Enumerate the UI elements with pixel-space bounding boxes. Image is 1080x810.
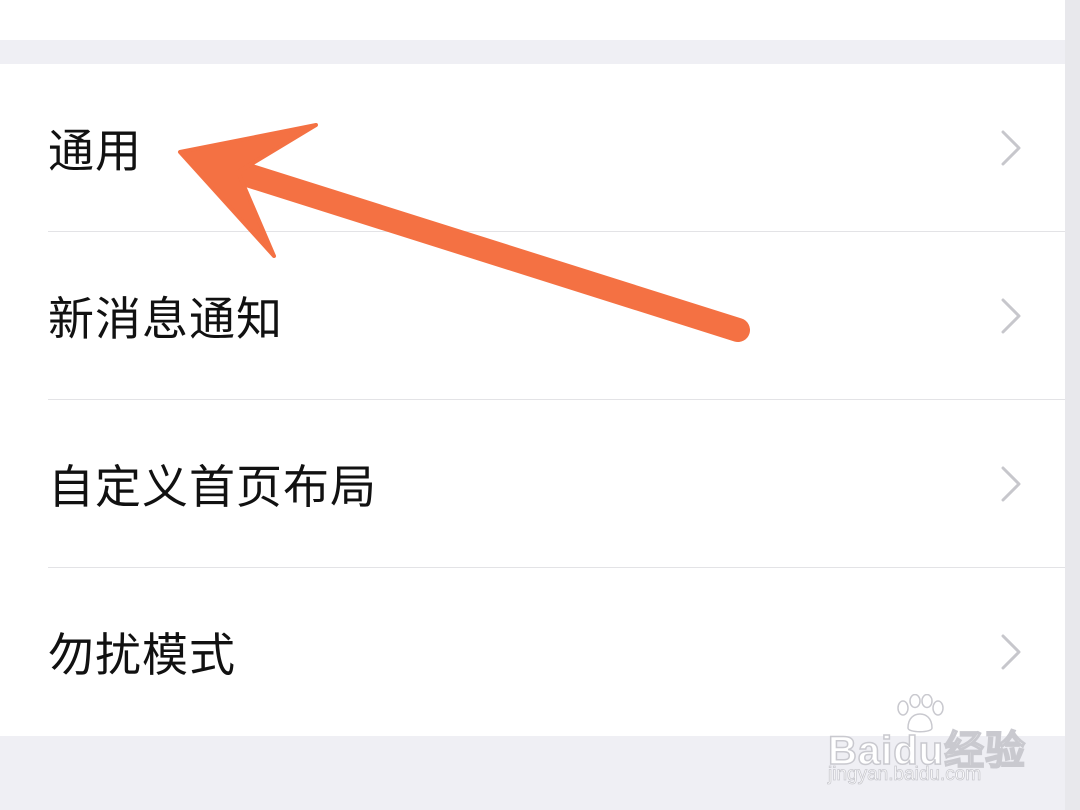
chevron-right-icon xyxy=(1001,130,1021,166)
settings-item-general[interactable]: 通用 xyxy=(0,64,1065,232)
settings-list: 通用 新消息通知 自定义首页布局 勿扰模式 xyxy=(0,64,1065,736)
settings-item-label: 自定义首页布局 xyxy=(48,460,377,514)
baidu-jingyan-watermark: Baidu经验 jingyan.baidu.com xyxy=(826,694,1026,794)
chevron-right-icon xyxy=(1001,466,1021,502)
settings-item-label: 勿扰模式 xyxy=(48,628,236,682)
top-section-card xyxy=(0,0,1065,40)
settings-item-label: 通用 xyxy=(48,124,142,178)
screen-edge xyxy=(1065,0,1080,810)
settings-item-new-message-notification[interactable]: 新消息通知 xyxy=(0,232,1065,400)
chevron-right-icon xyxy=(1001,634,1021,670)
settings-item-custom-home-layout[interactable]: 自定义首页布局 xyxy=(0,400,1065,568)
chevron-right-icon xyxy=(1001,298,1021,334)
watermark-url: jingyan.baidu.com xyxy=(828,764,982,786)
settings-item-label: 新消息通知 xyxy=(48,292,283,346)
